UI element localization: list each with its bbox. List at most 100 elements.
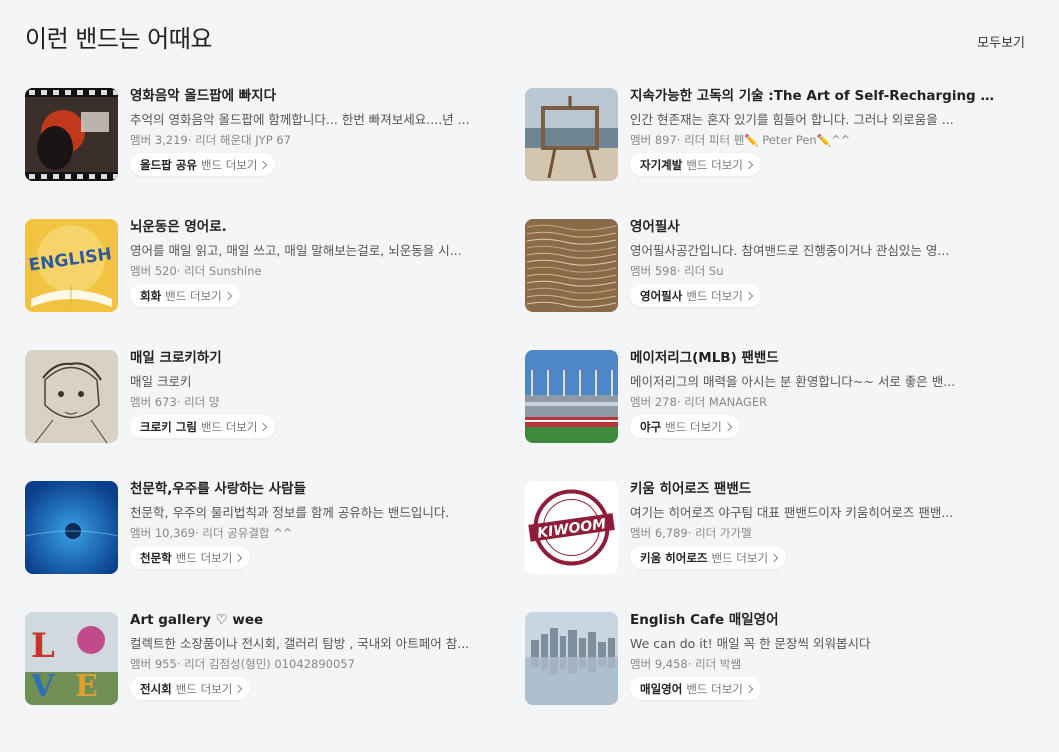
band-card[interactable]: 천문학,우주를 사랑하는 사람들 천문학, 우주의 물리법칙과 정보를 함께 공…	[25, 481, 525, 612]
band-thumbnail[interactable]: KIWOOM	[525, 481, 618, 574]
category-name: 회화	[140, 288, 162, 303]
band-card[interactable]: 메이저리그(MLB) 팬밴드 메이저리그의 매력을 아시는 분 환영합니다~~ …	[525, 350, 1025, 481]
section-header: 이런 밴드는 어때요 모두보기	[25, 22, 1025, 58]
band-name[interactable]: English Cafe 매일영어	[630, 612, 998, 629]
leader-name: 리더 피터 펜✏️ Peter Pen✏️^^	[684, 133, 851, 147]
band-thumbnail[interactable]	[525, 88, 618, 181]
band-name[interactable]: 영어필사	[630, 219, 998, 236]
band-info: 매일 크로키하기 매일 크로키 멤버 673· 리더 먕 크로키 그림 밴드 더…	[130, 350, 498, 438]
meta-separator: ·	[676, 264, 685, 278]
band-card[interactable]: 영화음악 올드팝에 빠지다 추억의 영화음악 올드팝에 함께합니다... 한번 …	[25, 88, 525, 219]
member-count: 멤버 673	[130, 395, 177, 409]
more-bands-label: 밴드 더보기	[711, 550, 769, 565]
band-card[interactable]: English Cafe 매일영어 We can do it! 매일 꼭 한 문…	[525, 612, 1025, 743]
band-meta: 멤버 278· 리더 MANAGER	[630, 395, 998, 410]
band-card[interactable]: L V E Art gallery ♡ wee 컬렉트한 소장품이나 전시회, …	[25, 612, 525, 743]
member-count: 멤버 598	[630, 264, 677, 278]
svg-text:E: E	[75, 669, 98, 704]
band-meta: 멤버 598· 리더 Su	[630, 264, 998, 279]
member-count: 멤버 897	[630, 133, 677, 147]
band-name[interactable]: 지속가능한 고독의 기술 :The Art of Self-Recharging…	[630, 88, 998, 105]
more-bands-label: 밴드 더보기	[686, 681, 743, 696]
leader-name: 리더 MANAGER	[684, 395, 768, 409]
band-grid: 영화음악 올드팝에 빠지다 추억의 영화음악 올드팝에 함께합니다... 한번 …	[25, 88, 1025, 743]
band-info: 천문학,우주를 사랑하는 사람들 천문학, 우주의 물리법칙과 정보를 함께 공…	[130, 481, 498, 569]
band-meta: 멤버 673· 리더 먕	[130, 395, 498, 410]
category-more-button[interactable]: 천문학 밴드 더보기	[130, 546, 251, 569]
band-thumbnail[interactable]	[525, 612, 618, 705]
band-description: 추억의 영화음악 올드팝에 함께합니다... 한번 빠져보세요....년 ...	[130, 112, 470, 127]
band-card[interactable]: ENGLISH 뇌운동은 영어로. 영어를 매일 읽고, 매일 쓰고, 매일 말…	[25, 219, 525, 350]
category-more-button[interactable]: 키움 히어로즈 밴드 더보기	[630, 546, 787, 569]
band-info: 지속가능한 고독의 기술 :The Art of Self-Recharging…	[630, 88, 998, 176]
category-more-button[interactable]: 매일영어 밴드 더보기	[630, 677, 761, 700]
band-info: 뇌운동은 영어로. 영어를 매일 읽고, 매일 쓰고, 매일 말해보는걸로, 뇌…	[130, 219, 498, 307]
band-name[interactable]: 메이저리그(MLB) 팬밴드	[630, 350, 998, 367]
more-bands-label: 밴드 더보기	[686, 288, 743, 303]
band-thumbnail[interactable]	[25, 88, 118, 181]
band-thumbnail[interactable]	[25, 350, 118, 443]
band-name[interactable]: Art gallery ♡ wee	[130, 612, 498, 629]
band-description: 천문학, 우주의 물리법칙과 정보를 함께 공유하는 밴드입니다.	[130, 505, 450, 520]
category-more-button[interactable]: 올드팝 공유 밴드 더보기	[130, 153, 276, 176]
more-bands-label: 밴드 더보기	[665, 419, 722, 434]
category-name: 천문학	[140, 550, 172, 565]
band-thumbnail[interactable]: ENGLISH	[25, 219, 118, 312]
band-name[interactable]: 매일 크로키하기	[130, 350, 498, 367]
meta-separator: ·	[176, 264, 185, 278]
band-card[interactable]: 영어필사 영어필사공간입니다. 참여밴드로 진행중이거나 관심있는 영... 멤…	[525, 219, 1025, 350]
svg-text:L: L	[31, 626, 55, 666]
band-card[interactable]: 매일 크로키하기 매일 크로키 멤버 673· 리더 먕 크로키 그림 밴드 더…	[25, 350, 525, 481]
band-meta: 멤버 9,458· 리더 박쌤	[630, 657, 998, 672]
more-bands-label: 밴드 더보기	[686, 157, 743, 172]
meta-separator: ·	[676, 395, 685, 409]
recommended-bands-section: 이런 밴드는 어때요 모두보기 영화음악 올드팝에 빠지다 추억의 영화음악 올…	[0, 0, 1059, 752]
band-name[interactable]: 천문학,우주를 사랑하는 사람들	[130, 481, 498, 498]
band-thumbnail[interactable]	[25, 481, 118, 574]
leader-name: 리더 공유결합 ^^	[202, 526, 293, 540]
see-all-link[interactable]: 모두보기	[977, 32, 1025, 51]
band-thumbnail[interactable]: L V E	[25, 612, 118, 705]
category-more-button[interactable]: 영어필사 밴드 더보기	[630, 284, 761, 307]
category-name: 올드팝 공유	[140, 157, 197, 172]
meta-separator: ·	[687, 657, 696, 671]
category-more-button[interactable]: 회화 밴드 더보기	[130, 284, 240, 307]
band-card[interactable]: KIWOOM 키움 히어로즈 팬밴드 여기는 히어로즈 야구팀 대표 팬밴드이자…	[525, 481, 1025, 612]
band-name[interactable]: 영화음악 올드팝에 빠지다	[130, 88, 498, 105]
category-more-button[interactable]: 크로키 그림 밴드 더보기	[130, 415, 276, 438]
band-description: 여기는 히어로즈 야구팀 대표 팬밴드이자 키움히어로즈 팬밴...	[630, 505, 954, 520]
band-thumbnail[interactable]	[525, 350, 618, 443]
category-name: 크로키 그림	[140, 419, 197, 434]
chevron-right-icon	[769, 553, 779, 563]
more-bands-label: 밴드 더보기	[175, 681, 233, 696]
band-thumbnail[interactable]	[525, 219, 618, 312]
band-name[interactable]: 뇌운동은 영어로.	[130, 219, 498, 236]
band-info: Art gallery ♡ wee 컬렉트한 소장품이나 전시회, 갤러리 탐방…	[130, 612, 498, 700]
band-info: 영화음악 올드팝에 빠지다 추억의 영화음악 올드팝에 함께합니다... 한번 …	[130, 88, 498, 176]
member-count: 멤버 278	[630, 395, 677, 409]
svg-text:V: V	[30, 669, 55, 704]
band-meta: 멤버 520· 리더 Sunshine	[130, 264, 498, 279]
meta-separator: ·	[176, 657, 185, 671]
meta-separator: ·	[187, 133, 196, 147]
leader-name: 리더 Su	[684, 264, 724, 278]
chevron-right-icon	[744, 160, 754, 170]
leader-name: 리더 박쌤	[695, 657, 742, 671]
category-more-button[interactable]: 전시회 밴드 더보기	[130, 677, 251, 700]
band-meta: 멤버 3,219· 리더 해운대 JYP 67	[130, 133, 498, 148]
category-name: 자기계발	[640, 157, 683, 172]
category-more-button[interactable]: 야구 밴드 더보기	[630, 415, 740, 438]
band-card[interactable]: 지속가능한 고독의 기술 :The Art of Self-Recharging…	[525, 88, 1025, 219]
band-name[interactable]: 키움 히어로즈 팬밴드	[630, 481, 998, 498]
meta-separator: ·	[687, 526, 696, 540]
category-more-button[interactable]: 자기계발 밴드 더보기	[630, 153, 761, 176]
chevron-right-icon	[744, 684, 754, 694]
band-description: 영어를 매일 읽고, 매일 쓰고, 매일 말해보는걸로, 뇌운동을 시...	[130, 243, 462, 258]
band-description: 컬렉트한 소장품이나 전시회, 갤러리 탐방 , 국내외 아트페어 참...	[130, 636, 470, 651]
band-description: 영어필사공간입니다. 참여밴드로 진행중이거나 관심있는 영...	[630, 243, 950, 258]
meta-separator: ·	[176, 395, 185, 409]
band-info: 메이저리그(MLB) 팬밴드 메이저리그의 매력을 아시는 분 환영합니다~~ …	[630, 350, 998, 438]
chevron-right-icon	[223, 291, 232, 301]
band-description: 인간 현존재는 혼자 있기를 힘들어 합니다. 그러나 외로움을 ...	[630, 112, 954, 127]
band-info: English Cafe 매일영어 We can do it! 매일 꼭 한 문…	[630, 612, 998, 700]
